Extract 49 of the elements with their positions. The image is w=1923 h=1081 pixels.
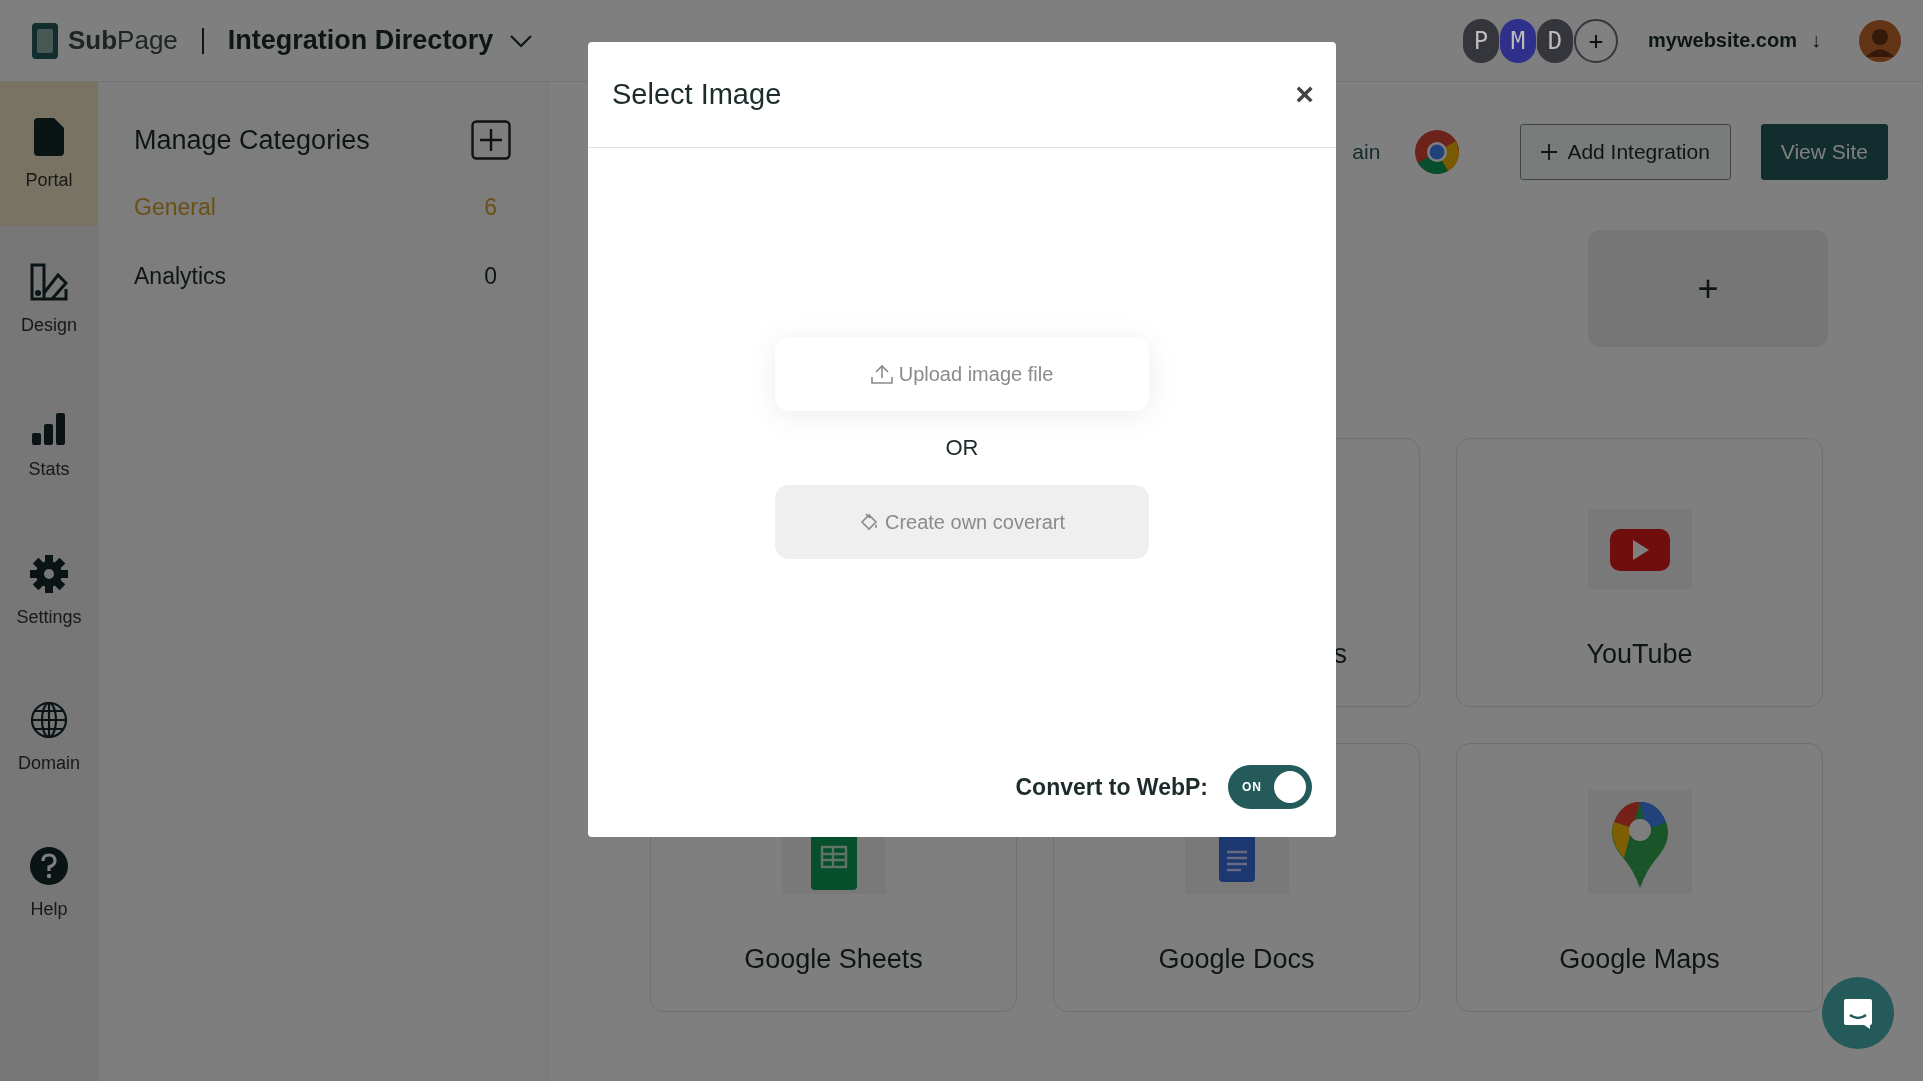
globe-icon: [30, 700, 68, 739]
bar-chart-icon: [32, 410, 66, 445]
card-title: Google Docs: [1158, 944, 1315, 975]
close-button[interactable]: ×: [1295, 76, 1314, 113]
settings-icon: [30, 554, 68, 593]
card-title: Google Sheets: [744, 944, 923, 975]
site-link[interactable]: mywebsite.com: [1648, 29, 1797, 52]
browser-icon[interactable]: [1414, 129, 1461, 175]
profile-avatar[interactable]: [1859, 19, 1901, 62]
integration-card[interactable]: YouTube: [1456, 438, 1823, 707]
or-text: OR: [945, 435, 979, 461]
help-icon: [30, 846, 68, 885]
collaborator-avatar[interactable]: D: [1537, 18, 1574, 63]
nav-item[interactable]: Settings: [0, 518, 98, 664]
logo-text[interactable]: SubPage: [68, 25, 178, 56]
card-title: YouTube: [1586, 639, 1693, 670]
paint-bucket-icon: [858, 512, 879, 532]
download-arrow[interactable]: ↓: [1811, 29, 1821, 52]
create-coverart-button[interactable]: Create own coverart: [775, 485, 1149, 559]
nav-item[interactable]: Portal: [0, 82, 98, 226]
chevron-down-icon[interactable]: [509, 33, 534, 48]
nav-item[interactable]: Design: [0, 226, 98, 372]
document-icon: [34, 117, 64, 156]
logo-icon: [32, 22, 58, 59]
plus-icon: [1541, 144, 1558, 160]
map-pin-icon: [1587, 790, 1692, 894]
collaborator-avatar[interactable]: M: [1500, 18, 1537, 63]
add-collaborator-button[interactable]: +: [1574, 18, 1619, 63]
header-text: ain: [1352, 140, 1381, 164]
dialog-title: Select Image: [612, 78, 782, 111]
collaborator-avatar[interactable]: P: [1463, 18, 1500, 63]
card-title: Google Maps: [1559, 944, 1720, 975]
panel-title: Manage Categories: [134, 124, 370, 156]
upload-icon: [870, 364, 893, 384]
page-title[interactable]: Integration Directory: [227, 25, 494, 56]
webp-toggle[interactable]: ON: [1228, 765, 1312, 809]
add-category-icon[interactable]: [471, 120, 511, 160]
integration-card[interactable]: Google Maps: [1456, 743, 1823, 1012]
nav-item[interactable]: Domain: [0, 664, 98, 810]
chat-icon[interactable]: [1822, 977, 1894, 1049]
category-item[interactable]: Analytics 0: [134, 249, 511, 304]
add-integration-button[interactable]: Add Integration: [1520, 124, 1731, 180]
nav-item[interactable]: Help: [0, 810, 98, 956]
nav-item[interactable]: Stats: [0, 372, 98, 518]
design-icon: [30, 262, 68, 301]
add-card-button[interactable]: +: [1588, 230, 1828, 347]
view-site-button[interactable]: View Site: [1760, 124, 1888, 180]
upload-button[interactable]: Upload image file: [775, 337, 1149, 411]
play-icon: [1587, 509, 1692, 589]
